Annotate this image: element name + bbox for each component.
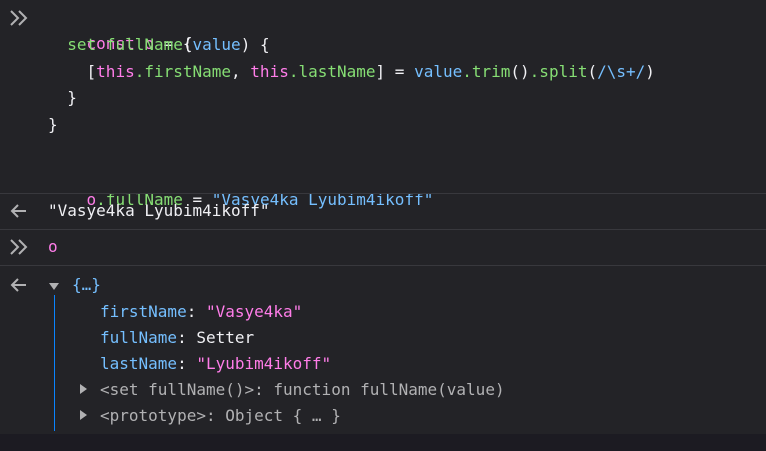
code-line-input-2[interactable]: o [48, 234, 58, 260]
bottom-bar [0, 434, 766, 451]
arrow-left-icon [10, 204, 26, 218]
output-result-1[interactable]: "Vasye4ka Lyubim4ikoff" [48, 198, 270, 224]
code-text: [ [86, 62, 97, 81]
triangle-right-icon[interactable] [78, 384, 88, 394]
property-value: "Vasye4ka" [205, 302, 303, 321]
code-text: () [510, 62, 530, 81]
property-value: "Lyubim4ikoff" [196, 354, 332, 373]
property-lastname: .lastName [288, 62, 376, 81]
setter-row[interactable]: <set fullName()>: function fullName(valu… [100, 377, 505, 403]
arrow-left-icon [10, 278, 26, 292]
divider [0, 193, 766, 194]
regex-literal: /\s+/ [597, 62, 646, 81]
chevron-double-right-icon [10, 10, 28, 26]
tree-indent-line [54, 295, 55, 431]
triangle-right-icon[interactable] [78, 410, 88, 420]
code-text: ] = [375, 62, 415, 81]
object-property-row[interactable]: firstName: "Vasye4ka" [100, 299, 302, 325]
divider [0, 229, 766, 230]
object-property-row[interactable]: fullName: Setter [100, 325, 254, 351]
keyword-this: this [250, 62, 289, 81]
code-text: ( [587, 62, 598, 81]
property-separator: : [177, 354, 197, 373]
code-line-7[interactable]: o.fullName = "Vasye4ka Lyubim4ikoff" [48, 161, 434, 209]
code-line-2[interactable]: set fullName(value) { [48, 32, 270, 58]
object-summary[interactable]: {…} [72, 272, 101, 298]
code-line-4[interactable]: } [48, 85, 77, 111]
code-text: ) [645, 62, 655, 81]
property-key: fullName [100, 328, 178, 347]
setter-name: fullName [105, 35, 183, 54]
code-text: } [48, 115, 58, 134]
identifier-value: value [414, 62, 463, 81]
method-split: .split [529, 62, 588, 81]
code-text: , [231, 62, 251, 81]
code-line-5[interactable]: } [48, 112, 58, 138]
triangle-down-icon[interactable] [49, 281, 59, 291]
prototype-row[interactable]: <prototype>: Object { … } [100, 403, 341, 429]
param-value: value [192, 35, 241, 54]
keyword-set: set [67, 35, 97, 54]
web-console: const o = { set fullName(value) { [this.… [0, 0, 766, 451]
chevron-double-right-icon [10, 239, 28, 255]
property-key: firstName [100, 302, 187, 321]
keyword-this: this [96, 62, 135, 81]
object-property-row[interactable]: lastName: "Lyubim4ikoff" [100, 351, 331, 377]
property-firstname: .firstName [134, 62, 232, 81]
code-text: } [67, 88, 77, 107]
property-value: Setter [196, 328, 255, 347]
method-trim: .trim [462, 62, 511, 81]
property-key: lastName [100, 354, 178, 373]
code-text: ) { [240, 35, 270, 54]
property-separator: : [186, 302, 206, 321]
code-line-1[interactable]: const o = { [48, 5, 193, 53]
property-separator: : [177, 328, 197, 347]
code-line-3[interactable]: [this.firstName, this.lastName] = value.… [48, 59, 655, 85]
code-text: ( [182, 35, 193, 54]
divider [0, 265, 766, 266]
